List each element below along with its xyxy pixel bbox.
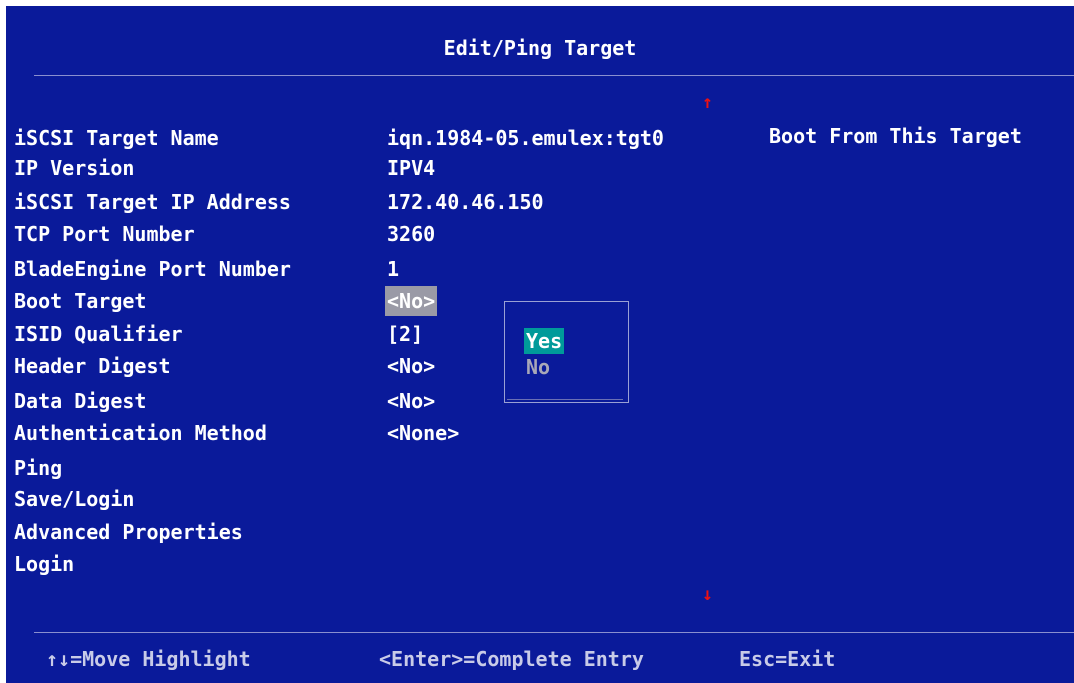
footer-move-hint: ↑↓=Move Highlight (46, 647, 251, 671)
header-divider (34, 75, 1074, 76)
field-label: Boot Target (14, 289, 147, 313)
field-value[interactable]: iqn.1984-05.emulex:tgt0 (387, 123, 664, 153)
field-value-selected[interactable]: <No> (385, 286, 438, 316)
field-label: BladeEngine Port Number (14, 257, 291, 281)
field-label: Advanced Properties (14, 520, 243, 544)
popup-divider (507, 399, 623, 400)
footer-enter-hint: <Enter>=Complete Entry (379, 647, 644, 671)
field-value[interactable]: 3260 (387, 219, 435, 249)
field-label: Header Digest (14, 354, 171, 378)
bios-screen: Edit/Ping Target ↑ iSCSI Target Name iqn… (6, 6, 1074, 683)
field-value[interactable]: 172.40.46.150 (387, 187, 544, 217)
field-label: Ping (14, 456, 63, 480)
field-label: IP Version (14, 156, 135, 180)
footer-divider (34, 632, 1074, 633)
field-label: TCP Port Number (14, 222, 195, 246)
scroll-down-arrow-icon[interactable]: ↓ (702, 584, 713, 605)
field-label: Save/Login (14, 487, 135, 511)
field-label: Authentication Method (14, 421, 267, 445)
boot-target-options-popup: Yes No (504, 301, 629, 403)
field-label: ISID Qualifier (14, 322, 183, 346)
field-value[interactable]: <None> (387, 418, 459, 448)
footer-esc-hint: Esc=Exit (739, 647, 836, 671)
field-value[interactable]: IPV4 (387, 153, 435, 183)
scroll-up-arrow-icon[interactable]: ↑ (702, 92, 713, 113)
option-yes[interactable]: Yes (524, 328, 565, 354)
field-label: Data Digest (14, 389, 147, 413)
field-label: iSCSI Target Name (14, 126, 219, 150)
field-value[interactable]: <No> (387, 351, 435, 381)
field-label: iSCSI Target IP Address (14, 190, 291, 214)
field-value[interactable]: <No> (387, 386, 435, 416)
field-value[interactable]: 1 (387, 254, 399, 284)
help-text: Boot From This Target (769, 124, 1022, 148)
field-label: Login (14, 552, 75, 576)
field-value[interactable]: [2] (387, 319, 423, 349)
option-no[interactable]: No (524, 354, 552, 380)
page-title: Edit/Ping Target (443, 36, 637, 60)
